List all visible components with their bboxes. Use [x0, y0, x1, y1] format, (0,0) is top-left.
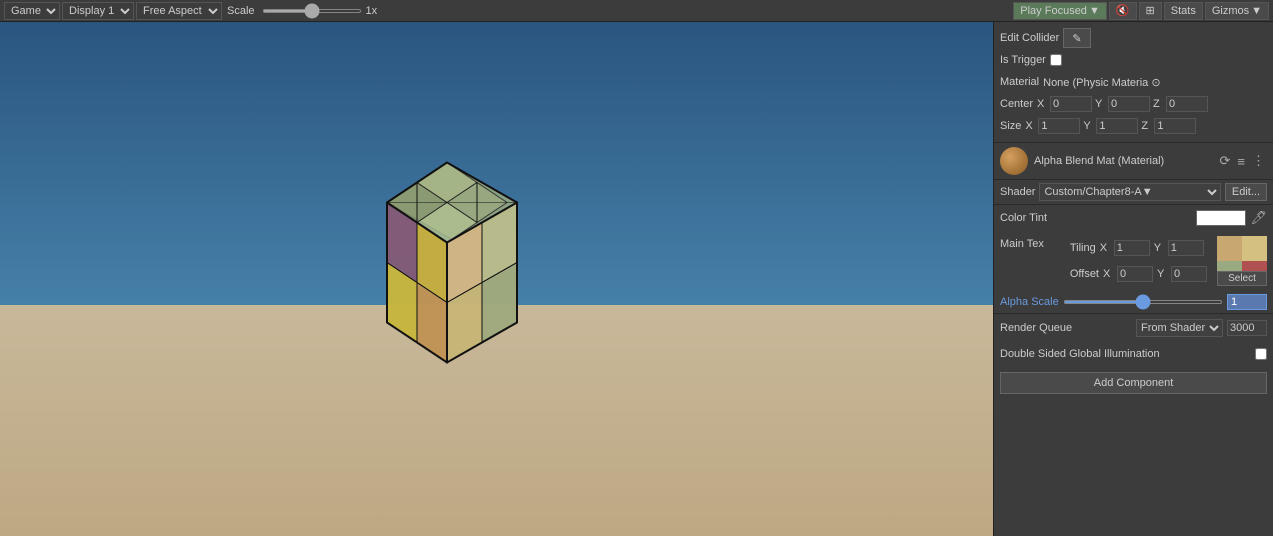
offset-row: Offset X Y [1070, 264, 1207, 284]
scale-container: Scale 1x [224, 5, 377, 17]
edit-collider-button[interactable]: ✎ [1063, 28, 1090, 48]
offset-label: Offset [1070, 268, 1099, 280]
center-row: Center X Y Z [1000, 94, 1267, 114]
center-coords: X Y Z [1037, 96, 1208, 112]
tiling-y-label: Y [1154, 242, 1164, 254]
shader-row: Shader Custom/Chapter8-A▼ Edit... [994, 180, 1273, 205]
center-z-label: Z [1153, 98, 1163, 110]
tex-select-button[interactable]: Select [1217, 271, 1267, 286]
material-header: Alpha Blend Mat (Material) ⟳ ≡ ⋮ [994, 143, 1273, 180]
render-queue-value[interactable] [1227, 320, 1267, 336]
play-focused-label: Play Focused [1020, 5, 1087, 17]
gizmos-chevron-icon: ▼ [1251, 5, 1262, 17]
alpha-scale-label: Alpha Scale [1000, 296, 1059, 308]
gizmos-label: Gizmos [1212, 5, 1249, 17]
box-collider-section: Edit Collider ✎ Is Trigger Material None… [994, 22, 1273, 143]
material-actions: ⟳ ≡ ⋮ [1218, 153, 1268, 169]
shader-select[interactable]: Custom/Chapter8-A▼ [1039, 183, 1220, 201]
alpha-scale-input[interactable] [1227, 294, 1267, 310]
material-value: None (Physic Materia ⊙ [1043, 76, 1267, 89]
color-tint-label: Color Tint [1000, 212, 1047, 224]
offset-y-input[interactable] [1171, 266, 1207, 282]
scale-value: 1x [366, 5, 378, 17]
is-trigger-row: Is Trigger [1000, 50, 1267, 70]
size-x-label: X [1025, 120, 1035, 132]
scale-label: Scale [224, 5, 258, 17]
edit-collider-label: Edit Collider [1000, 32, 1059, 44]
double-sided-row: Double Sided Global Illumination [994, 344, 1273, 364]
render-queue-select[interactable]: From Shader [1136, 319, 1223, 337]
game-view [0, 22, 993, 536]
tiling-y-input[interactable] [1168, 240, 1204, 256]
center-x-input[interactable] [1050, 96, 1092, 112]
tiling-x-input[interactable] [1114, 240, 1150, 256]
shader-label: Shader [1000, 186, 1035, 198]
offset-x-input[interactable] [1117, 266, 1153, 282]
size-y-input[interactable] [1096, 118, 1138, 134]
add-component-button[interactable]: Add Component [1000, 372, 1267, 394]
tex-cell-1 [1217, 236, 1242, 261]
size-z-input[interactable] [1154, 118, 1196, 134]
color-tint-row: Color Tint 🖊 [994, 207, 1273, 229]
center-label: Center [1000, 98, 1033, 110]
offset-y-label: Y [1157, 268, 1167, 280]
main-tex-label: Main Tex [1000, 238, 1044, 250]
mute-icon: 🔇 [1116, 4, 1130, 17]
tiling-x-label: X [1100, 242, 1110, 254]
3d-cube [317, 143, 577, 416]
size-y-label: Y [1083, 120, 1093, 132]
is-trigger-label: Is Trigger [1000, 54, 1046, 66]
main-tex-row: Main Tex Tiling X Y Offset X Y [994, 233, 1273, 289]
material-row: Material None (Physic Materia ⊙ [1000, 72, 1267, 92]
tiling-label: Tiling [1070, 242, 1096, 254]
stats-button[interactable]: Stats [1164, 2, 1203, 20]
aspect-select[interactable]: Free Aspect [136, 2, 222, 20]
material-label: Material [1000, 76, 1039, 88]
render-queue-row: Render Queue From Shader [994, 316, 1273, 340]
game-mode-select[interactable]: Game [4, 2, 60, 20]
mute-button[interactable]: 🔇 [1109, 2, 1137, 20]
size-x-input[interactable] [1038, 118, 1080, 134]
material-name: Alpha Blend Mat (Material) [1034, 155, 1212, 167]
offset-x-label: X [1103, 268, 1113, 280]
grid-icon-button[interactable]: ⊞ [1139, 2, 1162, 20]
display-select[interactable]: Display 1 [62, 2, 134, 20]
inspector-panel: Edit Collider ✎ Is Trigger Material None… [993, 22, 1273, 536]
size-z-label: Z [1141, 120, 1151, 132]
center-z-input[interactable] [1166, 96, 1208, 112]
shader-edit-button[interactable]: Edit... [1225, 183, 1267, 201]
scale-slider[interactable] [262, 9, 362, 13]
tex-cell-2 [1242, 236, 1267, 261]
material-icon [1000, 147, 1028, 175]
color-tint-swatch[interactable] [1196, 210, 1246, 226]
double-sided-checkbox[interactable] [1255, 348, 1267, 360]
play-focused-button[interactable]: Play Focused ▼ [1013, 2, 1107, 20]
center-y-label: Y [1095, 98, 1105, 110]
color-picker-icon[interactable]: 🖊 [1250, 210, 1267, 226]
double-sided-label: Double Sided Global Illumination [1000, 348, 1160, 360]
size-row: Size X Y Z [1000, 116, 1267, 136]
gizmos-button[interactable]: Gizmos ▼ [1205, 2, 1269, 20]
center-x-label: X [1037, 98, 1047, 110]
size-label: Size [1000, 120, 1021, 132]
is-trigger-checkbox[interactable] [1050, 54, 1062, 66]
refresh-icon-button[interactable]: ⟳ [1218, 153, 1233, 169]
settings-icon-button[interactable]: ≡ [1235, 153, 1247, 169]
chevron-down-icon: ▼ [1089, 5, 1100, 17]
alpha-scale-row: Alpha Scale [994, 291, 1273, 314]
stats-label: Stats [1171, 5, 1196, 17]
size-coords: X Y Z [1025, 118, 1196, 134]
texture-preview-container: Select [1217, 236, 1267, 286]
main-content: Edit Collider ✎ Is Trigger Material None… [0, 22, 1273, 536]
alpha-scale-slider[interactable] [1063, 300, 1223, 304]
center-y-input[interactable] [1108, 96, 1150, 112]
render-queue-label: Render Queue [1000, 322, 1072, 334]
tiling-row: Tiling X Y [1070, 238, 1207, 258]
tex-settings: Tiling X Y Offset X Y [1070, 236, 1207, 286]
game-toolbar: Game Display 1 Free Aspect Scale 1x Play… [0, 0, 1273, 22]
edit-collider-row: Edit Collider ✎ [1000, 28, 1267, 48]
more-icon-button[interactable]: ⋮ [1250, 153, 1267, 169]
